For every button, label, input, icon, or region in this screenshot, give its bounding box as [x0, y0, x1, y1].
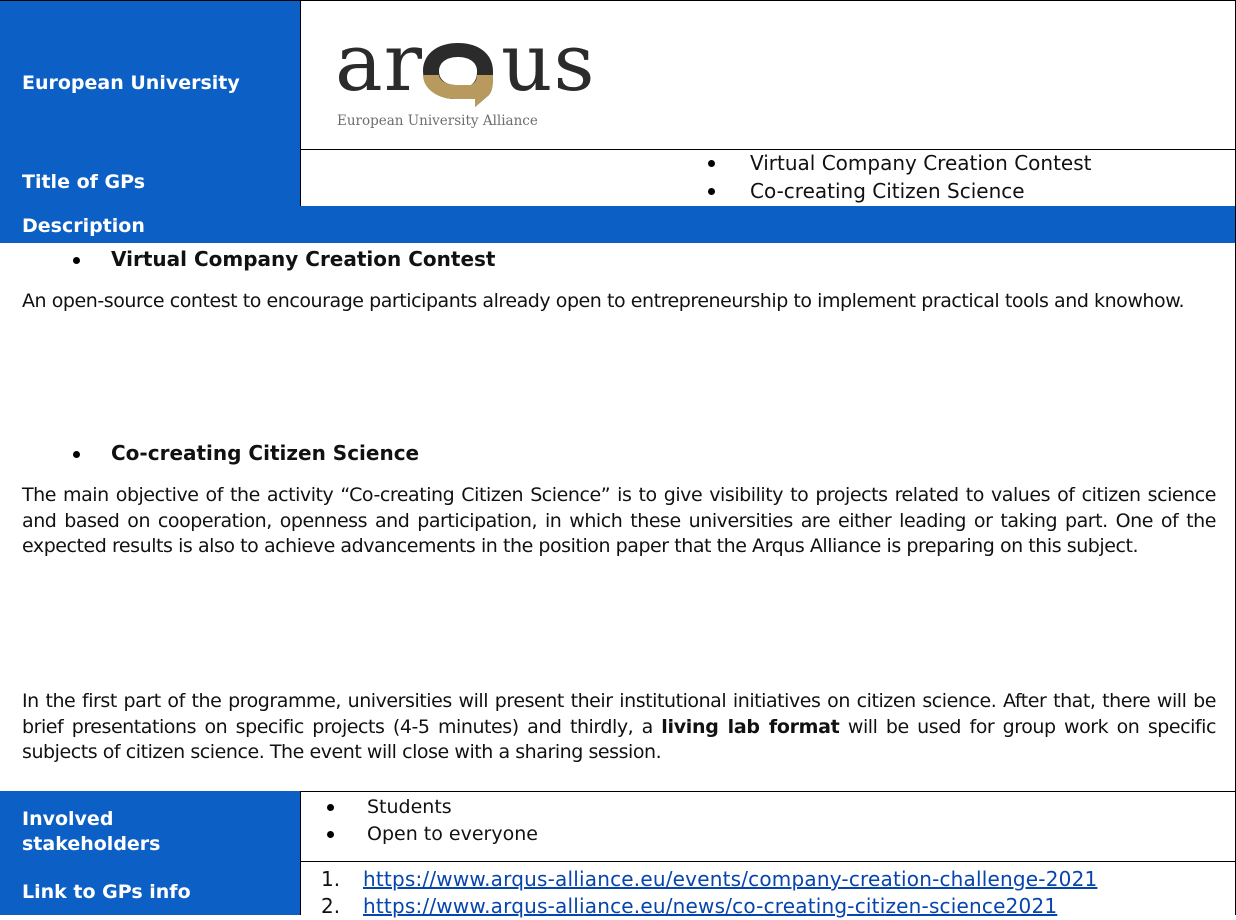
gp-titles-list: Virtual Company Creation Contest Co-crea…: [702, 149, 1091, 205]
row-description-header: Description: [0, 206, 1236, 243]
label-title-of-gps: Title of GPs: [0, 149, 301, 206]
list-item: 2. https://www.arqus-alliance.eu/news/co-…: [321, 894, 1058, 918]
arqus-logo: ar us European University Alliance: [335, 23, 595, 133]
logo-wordmark-left: ar: [335, 16, 423, 109]
good-practice-table: European University ar us European Univer…: [0, 0, 1236, 918]
cell-gp-titles: Virtual Company Creation Contest Co-crea…: [301, 149, 1236, 206]
section-title-citizen-science: Co-creating Citizen Science: [73, 441, 419, 465]
living-lab-format: living lab format: [661, 715, 840, 738]
list-item: Open to everyone: [321, 821, 538, 848]
stakeholders-list: Students Open to everyone: [321, 794, 538, 848]
link-company-creation-challenge[interactable]: https://www.arqus-alliance.eu/events/com…: [363, 867, 1097, 891]
link-co-creating-citizen-science[interactable]: https://www.arqus-alliance.eu/news/co-cr…: [363, 894, 1057, 918]
speech-bubble-q-icon: [423, 43, 493, 107]
row-description-body: Virtual Company Creation Contest An open…: [0, 243, 1236, 791]
cell-gp-links: 1. https://www.arqus-alliance.eu/events/c…: [301, 861, 1236, 918]
row-involved-stakeholders: Involved stakeholders Students Open to e…: [0, 791, 1236, 861]
section-text-programme: In the first part of the programme, univ…: [22, 690, 1217, 763]
row-title-of-gps: Title of GPs Virtual Company Creation Co…: [0, 149, 1236, 206]
logo-wordmark-right: us: [500, 16, 596, 109]
list-item: Virtual Company Creation Contest: [702, 149, 1091, 177]
list-item: Co-creating Citizen Science: [702, 177, 1091, 205]
label-european-university: European University: [0, 1, 301, 149]
label-description: Description: [22, 215, 145, 237]
cell-stakeholders: Students Open to everyone: [301, 791, 1236, 861]
row-european-university: European University ar us European Univer…: [0, 0, 1236, 149]
section-text-virtual-company: An open-source contest to encourage part…: [22, 290, 1185, 312]
cell-university-logo: ar us European University Alliance: [301, 1, 1236, 149]
list-item: Students: [321, 794, 538, 821]
gp-links-list: 1. https://www.arqus-alliance.eu/events/c…: [321, 866, 1097, 920]
label-involved-stakeholders: Involved stakeholders: [0, 791, 301, 861]
label-link-to-gps-info: Link to GPs info: [0, 861, 301, 915]
logo-tagline: European University Alliance: [337, 113, 538, 129]
section-title-virtual-company: Virtual Company Creation Contest: [73, 247, 495, 271]
row-link-to-gps-info: Link to GPs info 1. https://www.arqus-all…: [0, 861, 1236, 918]
list-item: 1. https://www.arqus-alliance.eu/events/c…: [321, 867, 1098, 891]
section-text-citizen-science: The main objective of the activity “Co-c…: [22, 484, 1216, 557]
